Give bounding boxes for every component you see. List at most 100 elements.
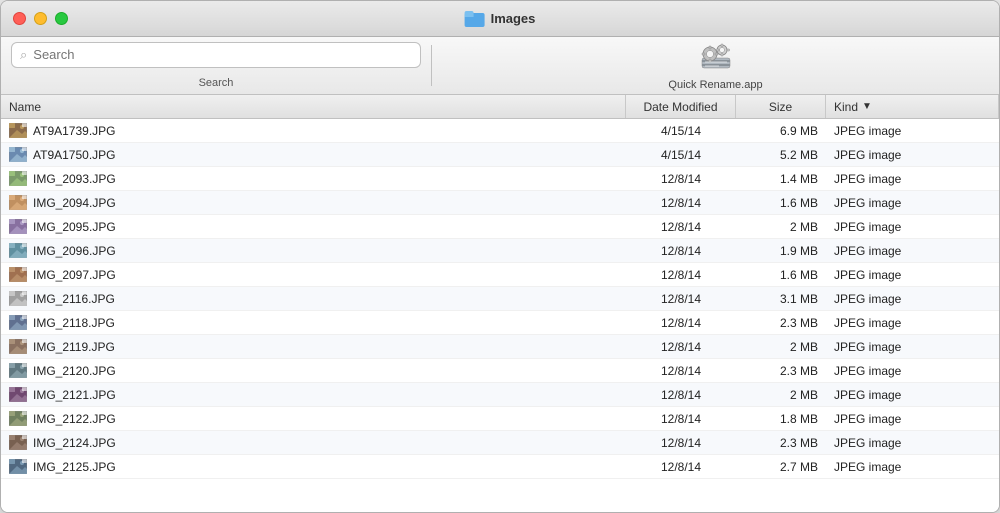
file-date-cell: 12/8/14 xyxy=(626,220,736,234)
file-kind-cell: JPEG image xyxy=(826,460,999,474)
file-size-cell: 2.3 MB xyxy=(736,436,826,450)
file-name: IMG_2119.JPG xyxy=(33,340,115,354)
col-header-name[interactable]: Name xyxy=(1,95,626,118)
file-thumbnail-icon xyxy=(9,315,27,331)
file-size-cell: 5.2 MB xyxy=(736,148,826,162)
file-size-cell: 1.6 MB xyxy=(736,196,826,210)
file-size-cell: 2 MB xyxy=(736,340,826,354)
title-bar: Images xyxy=(1,1,999,37)
file-date-cell: 12/8/14 xyxy=(626,412,736,426)
file-size-cell: 1.6 MB xyxy=(736,268,826,282)
file-name: IMG_2125.JPG xyxy=(33,460,116,474)
table-row[interactable]: IMG_2120.JPG 12/8/14 2.3 MB JPEG image xyxy=(1,359,999,383)
file-name-cell: IMG_2118.JPG xyxy=(1,315,626,331)
file-date-cell: 4/15/14 xyxy=(626,124,736,138)
file-name-cell: AT9A1739.JPG xyxy=(1,123,626,139)
file-kind-cell: JPEG image xyxy=(826,340,999,354)
table-row[interactable]: IMG_2096.JPG 12/8/14 1.9 MB JPEG image xyxy=(1,239,999,263)
file-name-cell: IMG_2121.JPG xyxy=(1,387,626,403)
file-thumbnail-icon xyxy=(9,171,27,187)
col-header-date[interactable]: Date Modified xyxy=(626,95,736,118)
file-size-cell: 6.9 MB xyxy=(736,124,826,138)
table-row[interactable]: IMG_2094.JPG 12/8/14 1.6 MB JPEG image xyxy=(1,191,999,215)
file-thumbnail-icon xyxy=(9,339,27,355)
search-input-wrapper[interactable]: ⌕ xyxy=(11,42,421,68)
file-name-cell: IMG_2125.JPG xyxy=(1,459,626,475)
column-headers: Name Date Modified Size Kind ▼ xyxy=(1,95,999,119)
maximize-button[interactable] xyxy=(55,12,68,25)
file-name: IMG_2124.JPG xyxy=(33,436,116,450)
file-kind-cell: JPEG image xyxy=(826,316,999,330)
file-kind-cell: JPEG image xyxy=(826,124,999,138)
search-icon: ⌕ xyxy=(20,47,27,63)
file-name-cell: IMG_2122.JPG xyxy=(1,411,626,427)
search-input[interactable] xyxy=(33,47,412,62)
file-thumbnail-icon xyxy=(9,411,27,427)
file-date-cell: 12/8/14 xyxy=(626,364,736,378)
file-name-cell: IMG_2116.JPG xyxy=(1,291,626,307)
file-list[interactable]: AT9A1739.JPG 4/15/14 6.9 MB JPEG image xyxy=(1,119,999,512)
table-row[interactable]: IMG_2116.JPG 12/8/14 3.1 MB JPEG image xyxy=(1,287,999,311)
file-name: IMG_2095.JPG xyxy=(33,220,116,234)
file-kind-cell: JPEG image xyxy=(826,220,999,234)
toolbar-search-area: ⌕ Search xyxy=(1,37,431,94)
file-name: IMG_2122.JPG xyxy=(33,412,116,426)
file-kind-cell: JPEG image xyxy=(826,412,999,426)
file-name: IMG_2116.JPG xyxy=(33,292,115,306)
window-title: Images xyxy=(491,11,536,26)
table-row[interactable]: IMG_2093.JPG 12/8/14 1.4 MB JPEG image xyxy=(1,167,999,191)
table-row[interactable]: IMG_2097.JPG 12/8/14 1.6 MB JPEG image xyxy=(1,263,999,287)
file-kind-cell: JPEG image xyxy=(826,148,999,162)
file-name: IMG_2121.JPG xyxy=(33,388,116,402)
file-kind-cell: JPEG image xyxy=(826,292,999,306)
minimize-button[interactable] xyxy=(34,12,47,25)
table-row[interactable]: IMG_2095.JPG 12/8/14 2 MB JPEG image xyxy=(1,215,999,239)
file-thumbnail-icon xyxy=(9,147,27,163)
file-kind-cell: JPEG image xyxy=(826,268,999,282)
toolbar-app-area: Quick Rename.app xyxy=(432,37,999,94)
close-button[interactable] xyxy=(13,12,26,25)
folder-icon xyxy=(465,11,485,27)
table-row[interactable]: IMG_2121.JPG 12/8/14 2 MB JPEG image xyxy=(1,383,999,407)
search-label: Search xyxy=(199,77,234,89)
file-size-cell: 1.4 MB xyxy=(736,172,826,186)
file-name-cell: IMG_2119.JPG xyxy=(1,339,626,355)
col-header-kind[interactable]: Kind ▼ xyxy=(826,95,999,118)
file-thumbnail-icon xyxy=(9,243,27,259)
file-name-cell: IMG_2094.JPG xyxy=(1,195,626,211)
file-thumbnail-icon xyxy=(9,435,27,451)
file-date-cell: 12/8/14 xyxy=(626,316,736,330)
table-row[interactable]: IMG_2122.JPG 12/8/14 1.8 MB JPEG image xyxy=(1,407,999,431)
table-row[interactable]: IMG_2125.JPG 12/8/14 2.7 MB JPEG image xyxy=(1,455,999,479)
file-kind-cell: JPEG image xyxy=(826,388,999,402)
file-date-cell: 12/8/14 xyxy=(626,196,736,210)
file-size-cell: 3.1 MB xyxy=(736,292,826,306)
table-row[interactable]: AT9A1750.JPG 4/15/14 5.2 MB JPEG image xyxy=(1,143,999,167)
file-size-cell: 2.3 MB xyxy=(736,364,826,378)
file-name: IMG_2094.JPG xyxy=(33,196,116,210)
file-kind-cell: JPEG image xyxy=(826,172,999,186)
file-size-cell: 1.8 MB xyxy=(736,412,826,426)
file-thumbnail-icon xyxy=(9,387,27,403)
app-icon[interactable] xyxy=(700,40,732,72)
col-header-size[interactable]: Size xyxy=(736,95,826,118)
file-name: IMG_2096.JPG xyxy=(33,244,116,258)
file-name: IMG_2120.JPG xyxy=(33,364,116,378)
file-thumbnail-icon xyxy=(9,363,27,379)
app-label: Quick Rename.app xyxy=(668,79,762,91)
file-thumbnail-icon xyxy=(9,195,27,211)
file-name: AT9A1739.JPG xyxy=(33,124,116,138)
file-date-cell: 12/8/14 xyxy=(626,436,736,450)
file-date-cell: 12/8/14 xyxy=(626,172,736,186)
finder-window: Images ⌕ Search xyxy=(0,0,1000,513)
file-thumbnail-icon xyxy=(9,123,27,139)
table-row[interactable]: IMG_2124.JPG 12/8/14 2.3 MB JPEG image xyxy=(1,431,999,455)
file-size-cell: 2.3 MB xyxy=(736,316,826,330)
file-thumbnail-icon xyxy=(9,291,27,307)
table-row[interactable]: IMG_2119.JPG 12/8/14 2 MB JPEG image xyxy=(1,335,999,359)
table-row[interactable]: AT9A1739.JPG 4/15/14 6.9 MB JPEG image xyxy=(1,119,999,143)
file-date-cell: 12/8/14 xyxy=(626,268,736,282)
table-row[interactable]: IMG_2118.JPG 12/8/14 2.3 MB JPEG image xyxy=(1,311,999,335)
file-name: IMG_2097.JPG xyxy=(33,268,116,282)
file-date-cell: 4/15/14 xyxy=(626,148,736,162)
